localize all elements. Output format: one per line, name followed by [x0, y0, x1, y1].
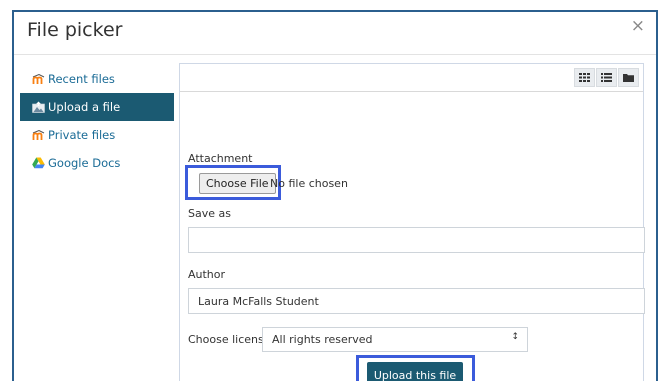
author-label: Author [188, 268, 226, 281]
save-as-label: Save as [188, 207, 231, 220]
file-picker-content: Attachment Choose File No file chosen Sa… [179, 63, 645, 381]
upload-icon [32, 101, 45, 114]
moodle-icon [32, 129, 45, 142]
license-label: Choose license [188, 333, 271, 346]
choose-file-button[interactable]: Choose File [199, 173, 276, 194]
sidebar-item-label: Google Docs [48, 156, 121, 170]
sidebar-item-upload-a-file[interactable]: Upload a file [20, 93, 174, 121]
list-view-icon[interactable] [596, 68, 617, 87]
attachment-label: Attachment [188, 152, 253, 165]
dialog-title: File picker [27, 19, 123, 41]
close-button[interactable]: × [631, 16, 645, 36]
save-as-input[interactable] [188, 227, 645, 253]
file-picker-dialog: File picker × Recent files Upload a file… [12, 10, 658, 381]
dialog-header: File picker × [14, 12, 656, 55]
view-switcher [573, 68, 639, 87]
sidebar-item-recent-files[interactable]: Recent files [20, 65, 174, 93]
sidebar-item-label: Private files [48, 128, 116, 142]
author-input[interactable]: Laura McFalls Student [188, 288, 645, 314]
sidebar-item-private-files[interactable]: Private files [20, 121, 174, 149]
sidebar-item-google-docs[interactable]: Google Docs [20, 149, 174, 177]
folder-view-icon[interactable] [618, 68, 639, 87]
select-arrows-icon: ↕ [511, 332, 519, 342]
upload-file-button[interactable]: Upload this file [367, 362, 463, 381]
grid-view-icon[interactable] [574, 68, 595, 87]
license-select-value: All rights reserved [272, 333, 373, 346]
license-select[interactable]: All rights reserved ↕ [262, 327, 528, 352]
google-drive-icon [32, 157, 45, 170]
file-status-text: No file chosen [270, 177, 348, 190]
repository-sidebar: Recent files Upload a file Private files… [20, 65, 174, 177]
sidebar-item-label: Recent files [48, 72, 115, 86]
view-toolbar [180, 64, 643, 92]
moodle-icon [32, 73, 45, 86]
sidebar-item-label: Upload a file [48, 100, 121, 114]
